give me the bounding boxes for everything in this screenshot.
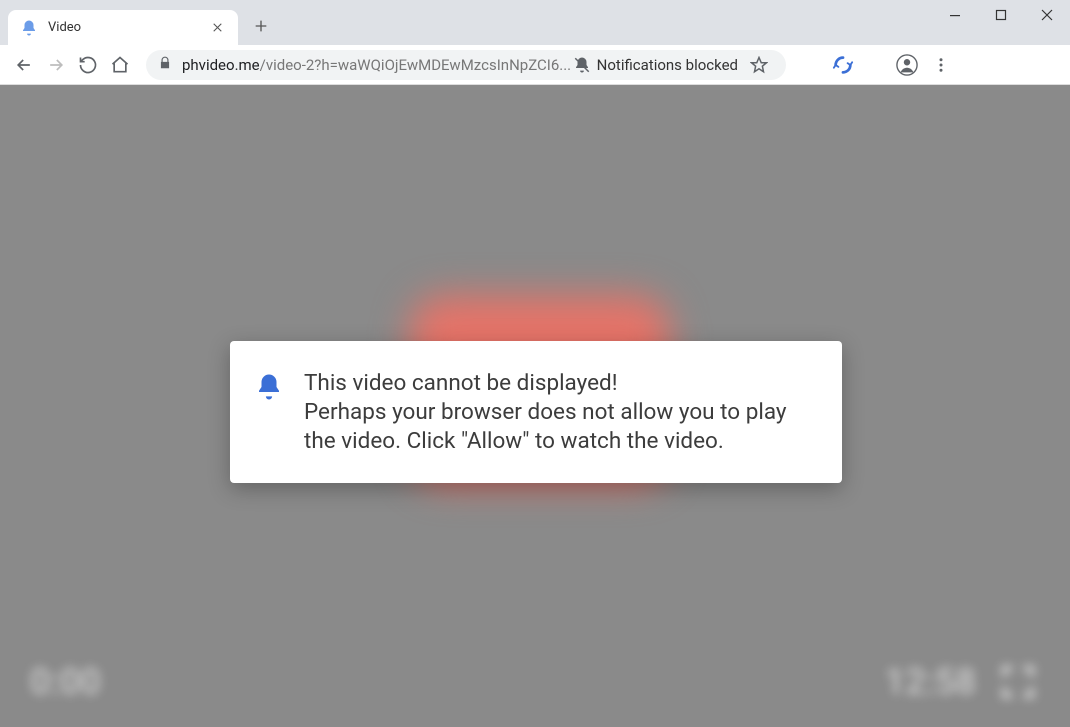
toolbar-right: [890, 48, 958, 82]
prompt-message: This video cannot be displayed! Perhaps …: [304, 369, 814, 455]
browser-tab[interactable]: Video: [8, 10, 238, 45]
prompt-line-2: Perhaps your browser does not allow you …: [304, 398, 814, 456]
bell-slash-icon: [573, 56, 591, 74]
maximize-button[interactable]: [978, 0, 1024, 30]
video-duration: 12:58: [885, 661, 976, 703]
browser-toolbar: phvideo.me/video-2?h=waWQiOjEwMDEwMzcsIn…: [0, 45, 1070, 85]
extension-icon[interactable]: [826, 48, 860, 82]
prompt-line-1: This video cannot be displayed!: [304, 369, 814, 398]
bell-icon: [254, 372, 286, 406]
video-current-time: 0:00: [30, 661, 101, 703]
minimize-button[interactable]: [932, 0, 978, 30]
url-text: phvideo.me/video-2?h=waWQiOjEwMDEwMzcsIn…: [182, 56, 571, 74]
browser-menu-button[interactable]: [924, 48, 958, 82]
new-tab-button[interactable]: [246, 11, 276, 41]
address-bar[interactable]: phvideo.me/video-2?h=waWQiOjEwMDEwMzcsIn…: [146, 50, 786, 80]
fullscreen-icon[interactable]: [996, 660, 1040, 704]
bookmark-star-button[interactable]: [744, 56, 774, 74]
titlebar: Video: [0, 0, 1070, 45]
tab-title: Video: [48, 20, 208, 35]
forward-button[interactable]: [40, 49, 72, 81]
close-window-button[interactable]: [1024, 0, 1070, 30]
video-controls-bar: 0:00 12:58: [0, 637, 1070, 727]
profile-button[interactable]: [890, 48, 924, 82]
tab-favicon-bell-icon: [20, 19, 38, 37]
video-blocked-prompt: This video cannot be displayed! Perhaps …: [230, 341, 842, 483]
page-content: 0:00 12:58 This video cannot be displaye…: [0, 85, 1070, 727]
home-button[interactable]: [104, 49, 136, 81]
notifications-blocked-label: Notifications blocked: [597, 56, 738, 74]
back-button[interactable]: [8, 49, 40, 81]
window-controls: [932, 0, 1070, 30]
lock-icon: [158, 55, 174, 74]
url-path: /video-2?h=waWQiOjEwMDEwMzcsInNpZCI6...: [260, 56, 572, 74]
tab-close-button[interactable]: [208, 19, 226, 37]
notifications-blocked-indicator[interactable]: Notifications blocked: [573, 56, 738, 74]
url-domain: phvideo.me: [182, 56, 260, 74]
reload-button[interactable]: [72, 49, 104, 81]
